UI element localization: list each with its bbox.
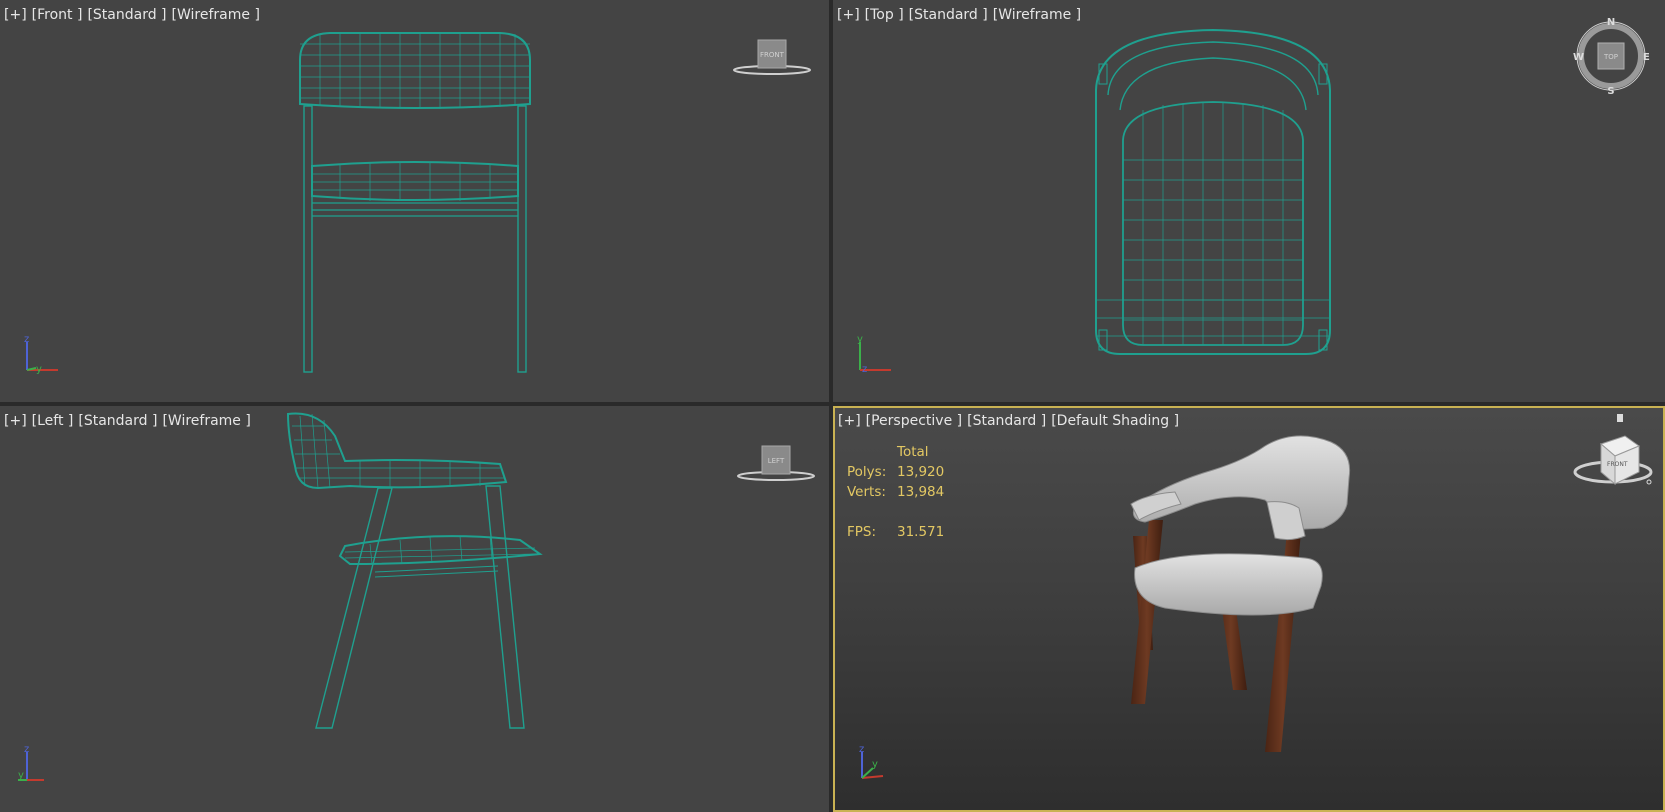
left-wireframe-chair bbox=[286, 412, 543, 729]
viewport-front-label[interactable]: [+] [Front ] [Standard ] [Wireframe ] bbox=[4, 7, 265, 23]
viewport-perspective[interactable]: [+] [Perspective ] [Standard ] [Default Sha… bbox=[833, 406, 1665, 812]
svg-text:z: z bbox=[24, 744, 29, 755]
front-wireframe-chair bbox=[299, 32, 531, 373]
top-wireframe-chair bbox=[1095, 28, 1331, 355]
axis-tripod-icon: z y bbox=[18, 744, 63, 788]
svg-text:N: N bbox=[1607, 17, 1615, 28]
svg-text:S: S bbox=[1607, 86, 1614, 96]
svg-text:E: E bbox=[1643, 52, 1650, 63]
perspective-shaded-chair bbox=[1130, 435, 1351, 752]
axis-tripod-icon: y z bbox=[851, 334, 896, 378]
svg-text:TOP: TOP bbox=[1603, 53, 1618, 61]
viewport-left[interactable]: [+] [Left ] [Standard ] [Wireframe ] LEFT z… bbox=[0, 406, 829, 812]
svg-text:FRONT: FRONT bbox=[760, 51, 785, 59]
axis-tripod-icon: z y bbox=[853, 742, 898, 786]
viewcube[interactable]: LEFT bbox=[734, 444, 818, 484]
svg-text:z: z bbox=[24, 334, 29, 345]
svg-text:y: y bbox=[857, 334, 863, 345]
viewport-left-label[interactable]: [+] [Left ] [Standard ] [Wireframe ] bbox=[4, 413, 256, 429]
svg-text:y: y bbox=[18, 770, 24, 781]
svg-text:W: W bbox=[1573, 52, 1584, 63]
viewcube-3d[interactable]: FRONT bbox=[1571, 410, 1655, 500]
svg-text:y: y bbox=[36, 364, 42, 374]
svg-text:z: z bbox=[859, 744, 864, 755]
viewcube[interactable]: FRONT bbox=[730, 38, 814, 78]
viewcube-compass[interactable]: TOP N S W E bbox=[1569, 16, 1653, 97]
viewport-statistics: Total Polys: 13,920 Verts: 13,984 FPS: 31.5… bbox=[847, 444, 945, 540]
svg-text:z: z bbox=[862, 364, 867, 374]
viewport-top[interactable]: [+] [Top ] [Standard ] [Wireframe ] TOP N S… bbox=[833, 0, 1665, 402]
home-icon bbox=[1617, 414, 1623, 422]
viewport-front[interactable]: [+] [Front ] [Standard ] [Wireframe ] FRONT… bbox=[0, 0, 829, 402]
viewport-top-label[interactable]: [+] [Top ] [Standard ] [Wireframe ] bbox=[837, 7, 1086, 23]
svg-text:LEFT: LEFT bbox=[768, 457, 785, 465]
svg-text:y: y bbox=[872, 759, 878, 770]
svg-text:FRONT: FRONT bbox=[1607, 461, 1628, 468]
viewport-perspective-label[interactable]: [+] [Perspective ] [Standard ] [Default Sha… bbox=[838, 413, 1184, 429]
axis-tripod-icon: z y bbox=[18, 334, 63, 378]
